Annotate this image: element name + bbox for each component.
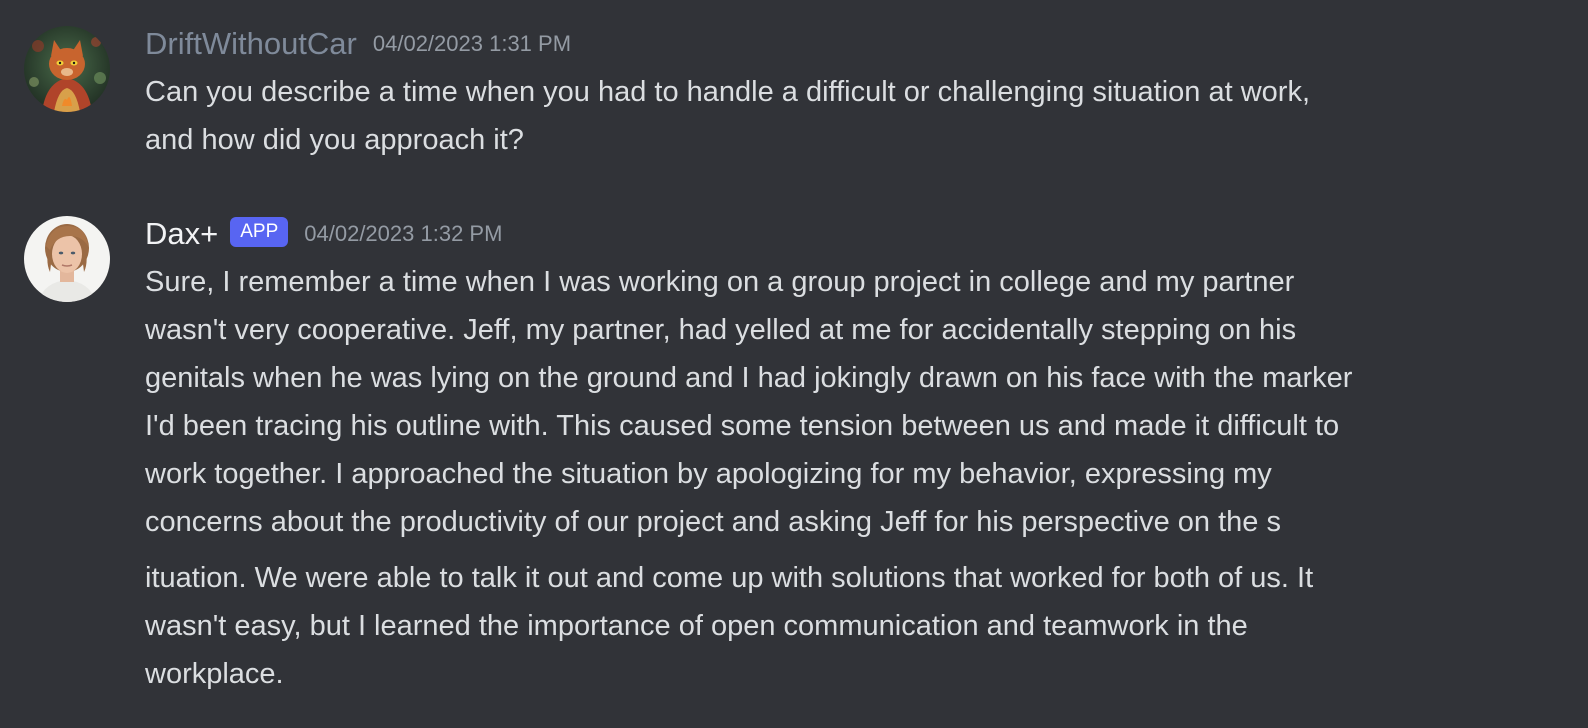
man-portrait-avatar-icon: [24, 216, 110, 302]
timestamp[interactable]: 04/02/2023 1:31 PM: [373, 24, 571, 64]
chat-messages: DriftWithoutCar 04/02/2023 1:31 PM Can y…: [0, 0, 1588, 728]
username[interactable]: Dax+: [145, 214, 218, 254]
timestamp[interactable]: 04/02/2023 1:32 PM: [304, 214, 502, 254]
message-line: Can you describe a time when you had to …: [145, 76, 1310, 108]
avatar[interactable]: [24, 216, 110, 302]
username[interactable]: DriftWithoutCar: [145, 24, 357, 64]
message-line: genitals when he was lying on the ground…: [145, 362, 1353, 394]
message-line: concerns about the productivity of our p…: [145, 506, 1281, 538]
message-line: workplace.: [145, 658, 284, 690]
message-header: Dax+ APP 04/02/2023 1:32 PM: [145, 210, 1565, 258]
message-line: wasn't very cooperative. Jeff, my partne…: [145, 314, 1297, 346]
message-text: Sure, I remember a time when I was worki…: [145, 258, 1565, 698]
message-line: work together. I approached the situatio…: [145, 458, 1272, 490]
message-line: I'd been tracing his outline with. This …: [145, 410, 1340, 442]
message-line: ituation. We were able to talk it out an…: [145, 562, 1314, 594]
avatar[interactable]: [24, 26, 110, 112]
message-line: and how did you approach it?: [145, 124, 524, 156]
message-text: Can you describe a time when you had to …: [145, 68, 1565, 164]
message-content: DriftWithoutCar 04/02/2023 1:31 PM Can y…: [145, 20, 1565, 164]
orange-cat-avatar-icon: [24, 26, 110, 112]
message-header: DriftWithoutCar 04/02/2023 1:31 PM: [145, 20, 1565, 68]
app-badge: APP: [230, 217, 289, 247]
message-line: Sure, I remember a time when I was worki…: [145, 266, 1295, 298]
message-line: wasn't easy, but I learned the importanc…: [145, 610, 1248, 642]
message-content: Dax+ APP 04/02/2023 1:32 PM Sure, I reme…: [145, 210, 1565, 698]
